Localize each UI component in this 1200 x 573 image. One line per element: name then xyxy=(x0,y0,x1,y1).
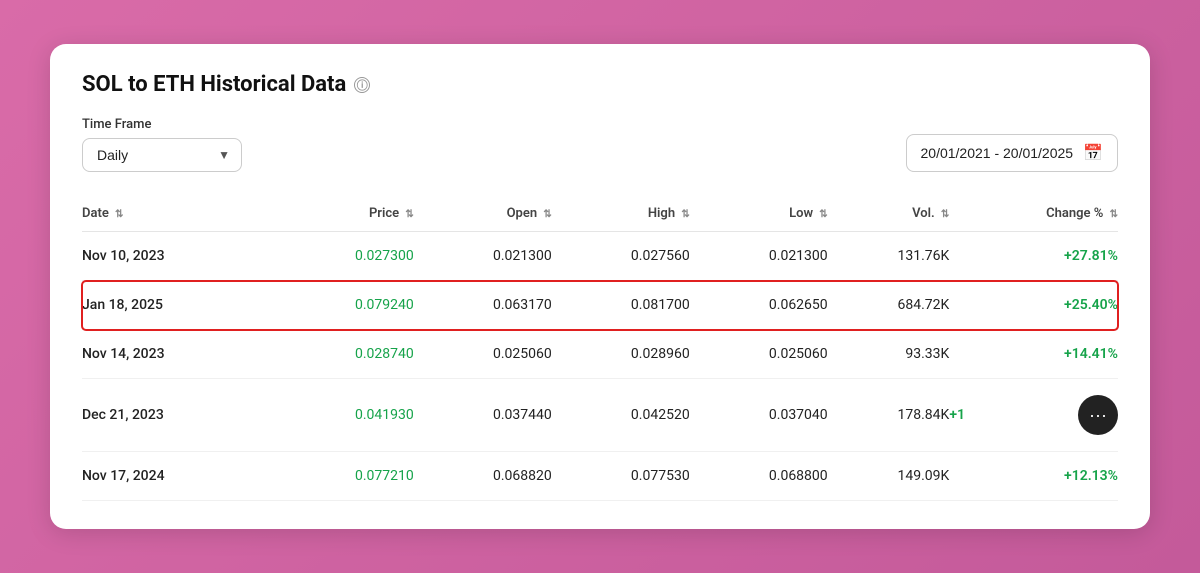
cell-open: 0.063170 xyxy=(414,281,552,330)
date-range-button[interactable]: 20/01/2021 - 20/01/2025 📅 xyxy=(906,134,1119,172)
cell-vol: 684.72K xyxy=(828,281,950,330)
col-open[interactable]: Open ⇅ xyxy=(414,196,552,232)
col-low[interactable]: Low ⇅ xyxy=(690,196,828,232)
cell-change: +25.40% xyxy=(949,281,1118,330)
sort-icon-vol: ⇅ xyxy=(941,209,949,220)
cell-high: 0.027560 xyxy=(552,232,690,281)
title-text: SOL to ETH Historical Data xyxy=(82,72,346,97)
col-vol[interactable]: Vol. ⇅ xyxy=(828,196,950,232)
table-header-row: Date ⇅ Price ⇅ Open ⇅ High ⇅ Low ⇅ xyxy=(82,196,1118,232)
cell-date: Nov 14, 2023 xyxy=(82,330,276,379)
table-row: Nov 14, 20230.0287400.0250600.0289600.02… xyxy=(82,330,1118,379)
cell-open: 0.025060 xyxy=(414,330,552,379)
cell-vol: 131.76K xyxy=(828,232,950,281)
sort-icon-low: ⇅ xyxy=(819,209,827,220)
cell-change: +14.41% xyxy=(949,330,1118,379)
cell-date: Dec 21, 2023 xyxy=(82,379,276,452)
cell-vol: 178.84K xyxy=(828,379,950,452)
cell-open: 0.068820 xyxy=(414,452,552,501)
col-high[interactable]: High ⇅ xyxy=(552,196,690,232)
cell-open: 0.037440 xyxy=(414,379,552,452)
cell-vol: 149.09K xyxy=(828,452,950,501)
calendar-icon: 📅 xyxy=(1083,143,1103,163)
time-frame-label: Time Frame xyxy=(82,117,242,132)
cell-date: Nov 10, 2023 xyxy=(82,232,276,281)
cell-high: 0.077530 xyxy=(552,452,690,501)
cell-high: 0.081700 xyxy=(552,281,690,330)
cell-open: 0.021300 xyxy=(414,232,552,281)
controls-row: Time Frame Daily Weekly Monthly ▼ 20/01/… xyxy=(82,117,1118,172)
cell-price: 0.028740 xyxy=(276,330,414,379)
historical-data-table: Date ⇅ Price ⇅ Open ⇅ High ⇅ Low ⇅ xyxy=(82,196,1118,501)
more-options-button[interactable]: ··· xyxy=(1078,395,1118,435)
cell-price: 0.027300 xyxy=(276,232,414,281)
table-row: Jan 18, 20250.0792400.0631700.0817000.06… xyxy=(82,281,1118,330)
cell-low: 0.062650 xyxy=(690,281,828,330)
info-icon[interactable]: ⓘ xyxy=(354,77,370,93)
sort-icon-price: ⇅ xyxy=(405,209,413,220)
cell-change: +12.13% xyxy=(949,452,1118,501)
date-range-text: 20/01/2021 - 20/01/2025 xyxy=(921,145,1074,161)
cell-vol: 93.33K xyxy=(828,330,950,379)
time-frame-group: Time Frame Daily Weekly Monthly ▼ xyxy=(82,117,242,172)
sort-icon-open: ⇅ xyxy=(543,209,551,220)
cell-date: Nov 17, 2024 xyxy=(82,452,276,501)
cell-low: 0.021300 xyxy=(690,232,828,281)
table-row: Nov 17, 20240.0772100.0688200.0775300.06… xyxy=(82,452,1118,501)
col-price[interactable]: Price ⇅ xyxy=(276,196,414,232)
card-title: SOL to ETH Historical Data ⓘ xyxy=(82,72,1118,97)
time-frame-select[interactable]: Daily Weekly Monthly xyxy=(82,138,242,172)
change-value: +1 xyxy=(949,407,965,423)
cell-price: 0.077210 xyxy=(276,452,414,501)
cell-low: 0.037040 xyxy=(690,379,828,452)
select-wrapper: Daily Weekly Monthly ▼ xyxy=(82,138,242,172)
table-row: Dec 21, 20230.0419300.0374400.0425200.03… xyxy=(82,379,1118,452)
cell-high: 0.028960 xyxy=(552,330,690,379)
sort-icon-change: ⇅ xyxy=(1110,209,1118,220)
cell-low: 0.025060 xyxy=(690,330,828,379)
cell-high: 0.042520 xyxy=(552,379,690,452)
cell-change: +27.81% xyxy=(949,232,1118,281)
cell-price: 0.041930 xyxy=(276,379,414,452)
cell-date: Jan 18, 2025 xyxy=(82,281,276,330)
main-card: SOL to ETH Historical Data ⓘ Time Frame … xyxy=(50,44,1150,529)
cell-change: +1 ··· xyxy=(949,379,1118,452)
sort-icon-high: ⇅ xyxy=(681,209,689,220)
sort-icon-date: ⇅ xyxy=(115,209,123,220)
table-row: Nov 10, 20230.0273000.0213000.0275600.02… xyxy=(82,232,1118,281)
cell-price: 0.079240 xyxy=(276,281,414,330)
col-change[interactable]: Change % ⇅ xyxy=(949,196,1118,232)
col-date[interactable]: Date ⇅ xyxy=(82,196,276,232)
cell-low: 0.068800 xyxy=(690,452,828,501)
